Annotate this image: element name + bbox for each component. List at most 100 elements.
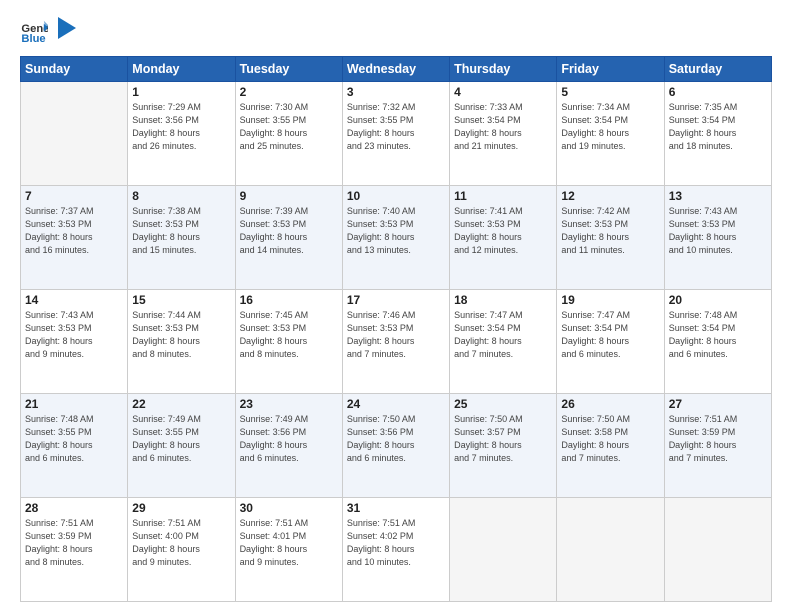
day-number: 20 xyxy=(669,293,767,307)
day-info: Sunrise: 7:47 AMSunset: 3:54 PMDaylight:… xyxy=(561,309,659,361)
calendar-cell: 23 Sunrise: 7:49 AMSunset: 3:56 PMDayligh… xyxy=(235,394,342,498)
svg-text:Blue: Blue xyxy=(21,33,45,45)
day-info: Sunrise: 7:35 AMSunset: 3:54 PMDaylight:… xyxy=(669,101,767,153)
day-number: 9 xyxy=(240,189,338,203)
day-number: 22 xyxy=(132,397,230,411)
calendar-cell xyxy=(664,498,771,602)
calendar-page: General Blue SundayMondayTuesdayWednesda… xyxy=(0,0,792,612)
calendar-cell: 31 Sunrise: 7:51 AMSunset: 4:02 PMDayligh… xyxy=(342,498,449,602)
calendar-cell xyxy=(557,498,664,602)
day-info: Sunrise: 7:49 AMSunset: 3:56 PMDaylight:… xyxy=(240,413,338,465)
weekday-header-thursday: Thursday xyxy=(450,57,557,82)
calendar-cell: 29 Sunrise: 7:51 AMSunset: 4:00 PMDayligh… xyxy=(128,498,235,602)
day-info: Sunrise: 7:45 AMSunset: 3:53 PMDaylight:… xyxy=(240,309,338,361)
calendar-cell: 7 Sunrise: 7:37 AMSunset: 3:53 PMDaylight… xyxy=(21,186,128,290)
day-info: Sunrise: 7:33 AMSunset: 3:54 PMDaylight:… xyxy=(454,101,552,153)
calendar-table: SundayMondayTuesdayWednesdayThursdayFrid… xyxy=(20,56,772,602)
logo-icon: General Blue xyxy=(20,18,48,46)
day-number: 27 xyxy=(669,397,767,411)
day-number: 29 xyxy=(132,501,230,515)
day-number: 1 xyxy=(132,85,230,99)
day-number: 30 xyxy=(240,501,338,515)
day-number: 21 xyxy=(25,397,123,411)
day-info: Sunrise: 7:47 AMSunset: 3:54 PMDaylight:… xyxy=(454,309,552,361)
calendar-cell xyxy=(21,82,128,186)
calendar-cell: 14Sunrise: 7:43 AMSunset: 3:53 PMDayligh… xyxy=(21,290,128,394)
day-number: 17 xyxy=(347,293,445,307)
day-info: Sunrise: 7:51 AMSunset: 3:59 PMDaylight:… xyxy=(669,413,767,465)
day-info: Sunrise: 7:49 AMSunset: 3:55 PMDaylight:… xyxy=(132,413,230,465)
day-number: 7 xyxy=(25,189,123,203)
calendar-cell: 4 Sunrise: 7:33 AMSunset: 3:54 PMDaylight… xyxy=(450,82,557,186)
day-info: Sunrise: 7:37 AMSunset: 3:53 PMDaylight:… xyxy=(25,205,123,257)
day-info: Sunrise: 7:32 AMSunset: 3:55 PMDaylight:… xyxy=(347,101,445,153)
weekday-header-wednesday: Wednesday xyxy=(342,57,449,82)
calendar-cell: 20 Sunrise: 7:48 AMSunset: 3:54 PMDayligh… xyxy=(664,290,771,394)
day-number: 31 xyxy=(347,501,445,515)
calendar-cell: 25Sunrise: 7:50 AMSunset: 3:57 PMDayligh… xyxy=(450,394,557,498)
day-number: 19 xyxy=(561,293,659,307)
day-info: Sunrise: 7:50 AMSunset: 3:56 PMDaylight:… xyxy=(347,413,445,465)
calendar-cell: 22 Sunrise: 7:49 AMSunset: 3:55 PMDayligh… xyxy=(128,394,235,498)
calendar-cell: 3 Sunrise: 7:32 AMSunset: 3:55 PMDaylight… xyxy=(342,82,449,186)
calendar-week-4: 21 Sunrise: 7:48 AMSunset: 3:55 PMDayligh… xyxy=(21,394,772,498)
day-info: Sunrise: 7:51 AMSunset: 4:02 PMDaylight:… xyxy=(347,517,445,569)
weekday-header-sunday: Sunday xyxy=(21,57,128,82)
calendar-cell: 27 Sunrise: 7:51 AMSunset: 3:59 PMDayligh… xyxy=(664,394,771,498)
day-number: 12 xyxy=(561,189,659,203)
calendar-cell: 9 Sunrise: 7:39 AMSunset: 3:53 PMDaylight… xyxy=(235,186,342,290)
day-info: Sunrise: 7:38 AMSunset: 3:53 PMDaylight:… xyxy=(132,205,230,257)
calendar-cell: 10 Sunrise: 7:40 AMSunset: 3:53 PMDayligh… xyxy=(342,186,449,290)
day-info: Sunrise: 7:51 AMSunset: 4:01 PMDaylight:… xyxy=(240,517,338,569)
calendar-cell: 30 Sunrise: 7:51 AMSunset: 4:01 PMDayligh… xyxy=(235,498,342,602)
weekday-header-friday: Friday xyxy=(557,57,664,82)
day-info: Sunrise: 7:40 AMSunset: 3:53 PMDaylight:… xyxy=(347,205,445,257)
day-info: Sunrise: 7:30 AMSunset: 3:55 PMDaylight:… xyxy=(240,101,338,153)
day-number: 6 xyxy=(669,85,767,99)
header: General Blue xyxy=(20,18,772,46)
day-info: Sunrise: 7:48 AMSunset: 3:54 PMDaylight:… xyxy=(669,309,767,361)
weekday-header-monday: Monday xyxy=(128,57,235,82)
day-number: 13 xyxy=(669,189,767,203)
day-info: Sunrise: 7:39 AMSunset: 3:53 PMDaylight:… xyxy=(240,205,338,257)
calendar-cell: 19 Sunrise: 7:47 AMSunset: 3:54 PMDayligh… xyxy=(557,290,664,394)
day-number: 14 xyxy=(25,293,123,307)
weekday-header-saturday: Saturday xyxy=(664,57,771,82)
day-number: 10 xyxy=(347,189,445,203)
day-number: 4 xyxy=(454,85,552,99)
calendar-cell xyxy=(450,498,557,602)
calendar-cell: 28 Sunrise: 7:51 AMSunset: 3:59 PMDayligh… xyxy=(21,498,128,602)
calendar-cell: 8 Sunrise: 7:38 AMSunset: 3:53 PMDaylight… xyxy=(128,186,235,290)
day-number: 5 xyxy=(561,85,659,99)
calendar-cell: 2Sunrise: 7:30 AMSunset: 3:55 PMDaylight… xyxy=(235,82,342,186)
day-info: Sunrise: 7:43 AMSunset: 3:53 PMDaylight:… xyxy=(669,205,767,257)
day-number: 3 xyxy=(347,85,445,99)
day-info: Sunrise: 7:34 AMSunset: 3:54 PMDaylight:… xyxy=(561,101,659,153)
day-info: Sunrise: 7:48 AMSunset: 3:55 PMDaylight:… xyxy=(25,413,123,465)
calendar-cell: 13 Sunrise: 7:43 AMSunset: 3:53 PMDayligh… xyxy=(664,186,771,290)
day-info: Sunrise: 7:29 AMSunset: 3:56 PMDaylight:… xyxy=(132,101,230,153)
calendar-cell: 17 Sunrise: 7:46 AMSunset: 3:53 PMDayligh… xyxy=(342,290,449,394)
day-info: Sunrise: 7:46 AMSunset: 3:53 PMDaylight:… xyxy=(347,309,445,361)
calendar-cell: 18 Sunrise: 7:47 AMSunset: 3:54 PMDayligh… xyxy=(450,290,557,394)
day-number: 23 xyxy=(240,397,338,411)
day-number: 25 xyxy=(454,397,552,411)
logo-arrow-icon xyxy=(58,17,76,39)
calendar-cell: 15Sunrise: 7:44 AMSunset: 3:53 PMDayligh… xyxy=(128,290,235,394)
day-info: Sunrise: 7:51 AMSunset: 4:00 PMDaylight:… xyxy=(132,517,230,569)
day-number: 16 xyxy=(240,293,338,307)
calendar-cell: 5 Sunrise: 7:34 AMSunset: 3:54 PMDaylight… xyxy=(557,82,664,186)
day-info: Sunrise: 7:51 AMSunset: 3:59 PMDaylight:… xyxy=(25,517,123,569)
day-number: 24 xyxy=(347,397,445,411)
day-number: 8 xyxy=(132,189,230,203)
weekday-header-tuesday: Tuesday xyxy=(235,57,342,82)
day-number: 11 xyxy=(454,189,552,203)
day-number: 18 xyxy=(454,293,552,307)
calendar-cell: 6 Sunrise: 7:35 AMSunset: 3:54 PMDaylight… xyxy=(664,82,771,186)
calendar-week-2: 7 Sunrise: 7:37 AMSunset: 3:53 PMDaylight… xyxy=(21,186,772,290)
calendar-cell: 1 Sunrise: 7:29 AMSunset: 3:56 PMDaylight… xyxy=(128,82,235,186)
day-number: 28 xyxy=(25,501,123,515)
calendar-cell: 16 Sunrise: 7:45 AMSunset: 3:53 PMDayligh… xyxy=(235,290,342,394)
calendar-week-5: 28 Sunrise: 7:51 AMSunset: 3:59 PMDayligh… xyxy=(21,498,772,602)
calendar-cell: 21 Sunrise: 7:48 AMSunset: 3:55 PMDayligh… xyxy=(21,394,128,498)
